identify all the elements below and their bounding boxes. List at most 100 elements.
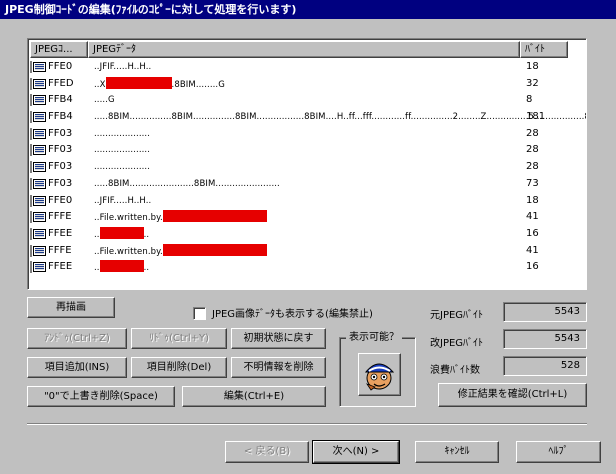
delete-item-button[interactable]: 項目削除(Del) [131,357,227,378]
jpeg-marker-list[interactable]: JPEGｺ... JPEGﾃﾞｰﾀ ﾊﾞｲﾄ FFE0 ..JFIF.....H.… [27,38,587,290]
row-marker [30,177,32,190]
checkbox-box[interactable] [193,307,206,320]
marker-icon [33,62,46,72]
confirm-result-button[interactable]: 修正結果を確認(Ctrl+L) [438,383,587,407]
row-data: .................... [94,127,150,141]
marker-icon [33,145,46,156]
checkbox-label: JPEG画像ﾃﾞｰﾀも表示する(編集禁止) [212,309,373,320]
redacted-block [105,76,172,89]
delete-unknown-button[interactable]: 不明情報を削除 [231,357,326,378]
row-code: FFB4 [48,94,73,106]
marker-icon [33,212,46,223]
row-marker [30,194,32,207]
row-code: FFED [48,77,74,89]
redo-button[interactable]: ﾘﾄﾞｩ(Ctrl+Y) [131,328,227,349]
redacted-block [162,210,267,223]
list-item[interactable]: FF03.................... 28 [30,126,586,143]
list-item[interactable]: FFE0 ..JFIF.....H..H.. 18 [30,193,586,210]
row-data-text: .................... [94,145,151,156]
row-marker [30,111,32,124]
row-code: FFEE [48,261,73,273]
waste-bytes-label: 浪費ﾊﾞｲﾄ数 [430,365,480,376]
list-item[interactable]: FF03.................... 28 [30,159,586,176]
back-button[interactable]: < 戻る(B) [225,441,309,463]
row-data-text: .................... [94,128,151,139]
column-header-data[interactable]: JPEGﾃﾞｰﾀ [88,41,520,58]
row-marker [30,94,32,107]
cartoon-face-icon [364,363,395,391]
row-data-text: ..JFIF.....H..H.. [94,62,152,72]
row-bytes: 8 [526,94,533,106]
bottom-divider [27,423,587,425]
marker-icon [33,262,46,273]
row-data-text: .....8BIM.......................8BIM....… [94,178,280,189]
list-item[interactable]: FFED ..X .8BIM........G 32 [30,76,586,93]
row-marker [30,77,32,90]
row-data-suffix: .. [143,229,150,240]
window-title: JPEG制御ｺｰﾄﾞの編集(ﾌｧｲﾙのｺﾋﾟｰに対して処理を行います) [0,0,616,19]
original-bytes-label: 元JPEGﾊﾞｲﾄ [430,310,484,321]
row-data-suffix: .8BIM........G [171,79,225,90]
marker-icon [33,112,46,123]
row-code: FFE0 [48,194,73,206]
next-button[interactable]: 次へ(N) > [312,440,400,464]
row-bytes: 16 [526,227,539,239]
row-data: ..File.written.by. [94,243,267,259]
row-code: FF03 [48,127,73,139]
row-code: FFEE [48,227,73,239]
row-marker [30,144,32,157]
row-data: .................... [94,143,150,157]
row-data-text: .................... [94,162,151,173]
preview-button[interactable] [358,353,401,396]
row-marker [30,261,32,274]
row-bytes: 41 [526,211,539,223]
redraw-button[interactable]: 再描画 [27,297,115,318]
row-bytes: 28 [526,127,539,139]
marker-icon [33,78,46,89]
redacted-block [99,226,144,239]
column-header-code[interactable]: JPEGｺ... [30,41,88,58]
row-marker [30,127,32,140]
list-item[interactable]: FFB4 .....8BIM...............8BIM........… [30,109,586,126]
row-bytes: 28 [526,161,539,173]
cancel-button[interactable]: ｷｬﾝｾﾙ [415,441,499,463]
row-marker [30,227,32,240]
edit-button[interactable]: 編集(Ctrl+E) [182,386,326,407]
help-button[interactable]: ﾍﾙﾌﾟ [516,441,601,463]
add-item-button[interactable]: 項目追加(INS) [27,357,127,378]
list-item[interactable]: FFEE.... 16 [30,226,586,243]
row-code: FF03 [48,161,73,173]
overwrite-zero-delete-button[interactable]: "0"で上書き削除(Space) [27,386,175,407]
reset-button[interactable]: 初期状態に戻す [231,328,326,349]
list-header: JPEGｺ... JPEGﾃﾞｰﾀ ﾊﾞｲﾄ [30,41,586,58]
marker-icon [33,128,46,139]
redacted-block [162,243,267,256]
row-data: .....8BIM...............8BIM............… [94,110,587,124]
row-data-text: ..File.written.by. [94,213,163,224]
modified-bytes-label: 改JPEGﾊﾞｲﾄ [430,338,484,349]
row-bytes: 73 [526,177,539,189]
row-data: .....G [94,93,115,107]
row-data: ..X .8BIM........G [94,76,225,92]
undo-button[interactable]: ｱﾝﾄﾞｩ(Ctrl+Z) [27,328,127,349]
list-item[interactable]: FFFE ..File.written.by. 41 [30,243,586,260]
row-data-text: .....8BIM...............8BIM............… [94,112,587,123]
row-data: .....8BIM.......................8BIM....… [94,177,280,191]
column-header-bytes[interactable]: ﾊﾞｲﾄ [520,41,568,58]
row-data-text: ..X [94,79,106,90]
row-code: FFFE [48,244,72,256]
row-marker [30,244,32,257]
list-item[interactable]: FFEE.... 16 [30,259,586,276]
marker-icon [33,195,46,206]
marker-icon [33,245,46,256]
list-item[interactable]: FFFE ..File.written.by. 41 [30,209,586,226]
list-item[interactable]: FF03.................... 28 [30,142,586,159]
list-item[interactable]: FF03 .....8BIM.......................8BIM… [30,176,586,193]
row-bytes: 16 [526,261,539,273]
marker-icon [33,162,46,173]
list-item[interactable]: FFB4 .....G 8 [30,92,586,109]
waste-bytes-value: 528 [503,356,587,376]
list-item[interactable]: FFE0 ..JFIF.....H..H.. 18 [30,59,586,76]
show-image-data-checkbox[interactable]: JPEG画像ﾃﾞｰﾀも表示する(編集禁止) [193,305,373,320]
list-body: FFE0 ..JFIF.....H..H.. 18 FFED ..X .8BIM.....… [30,59,586,276]
